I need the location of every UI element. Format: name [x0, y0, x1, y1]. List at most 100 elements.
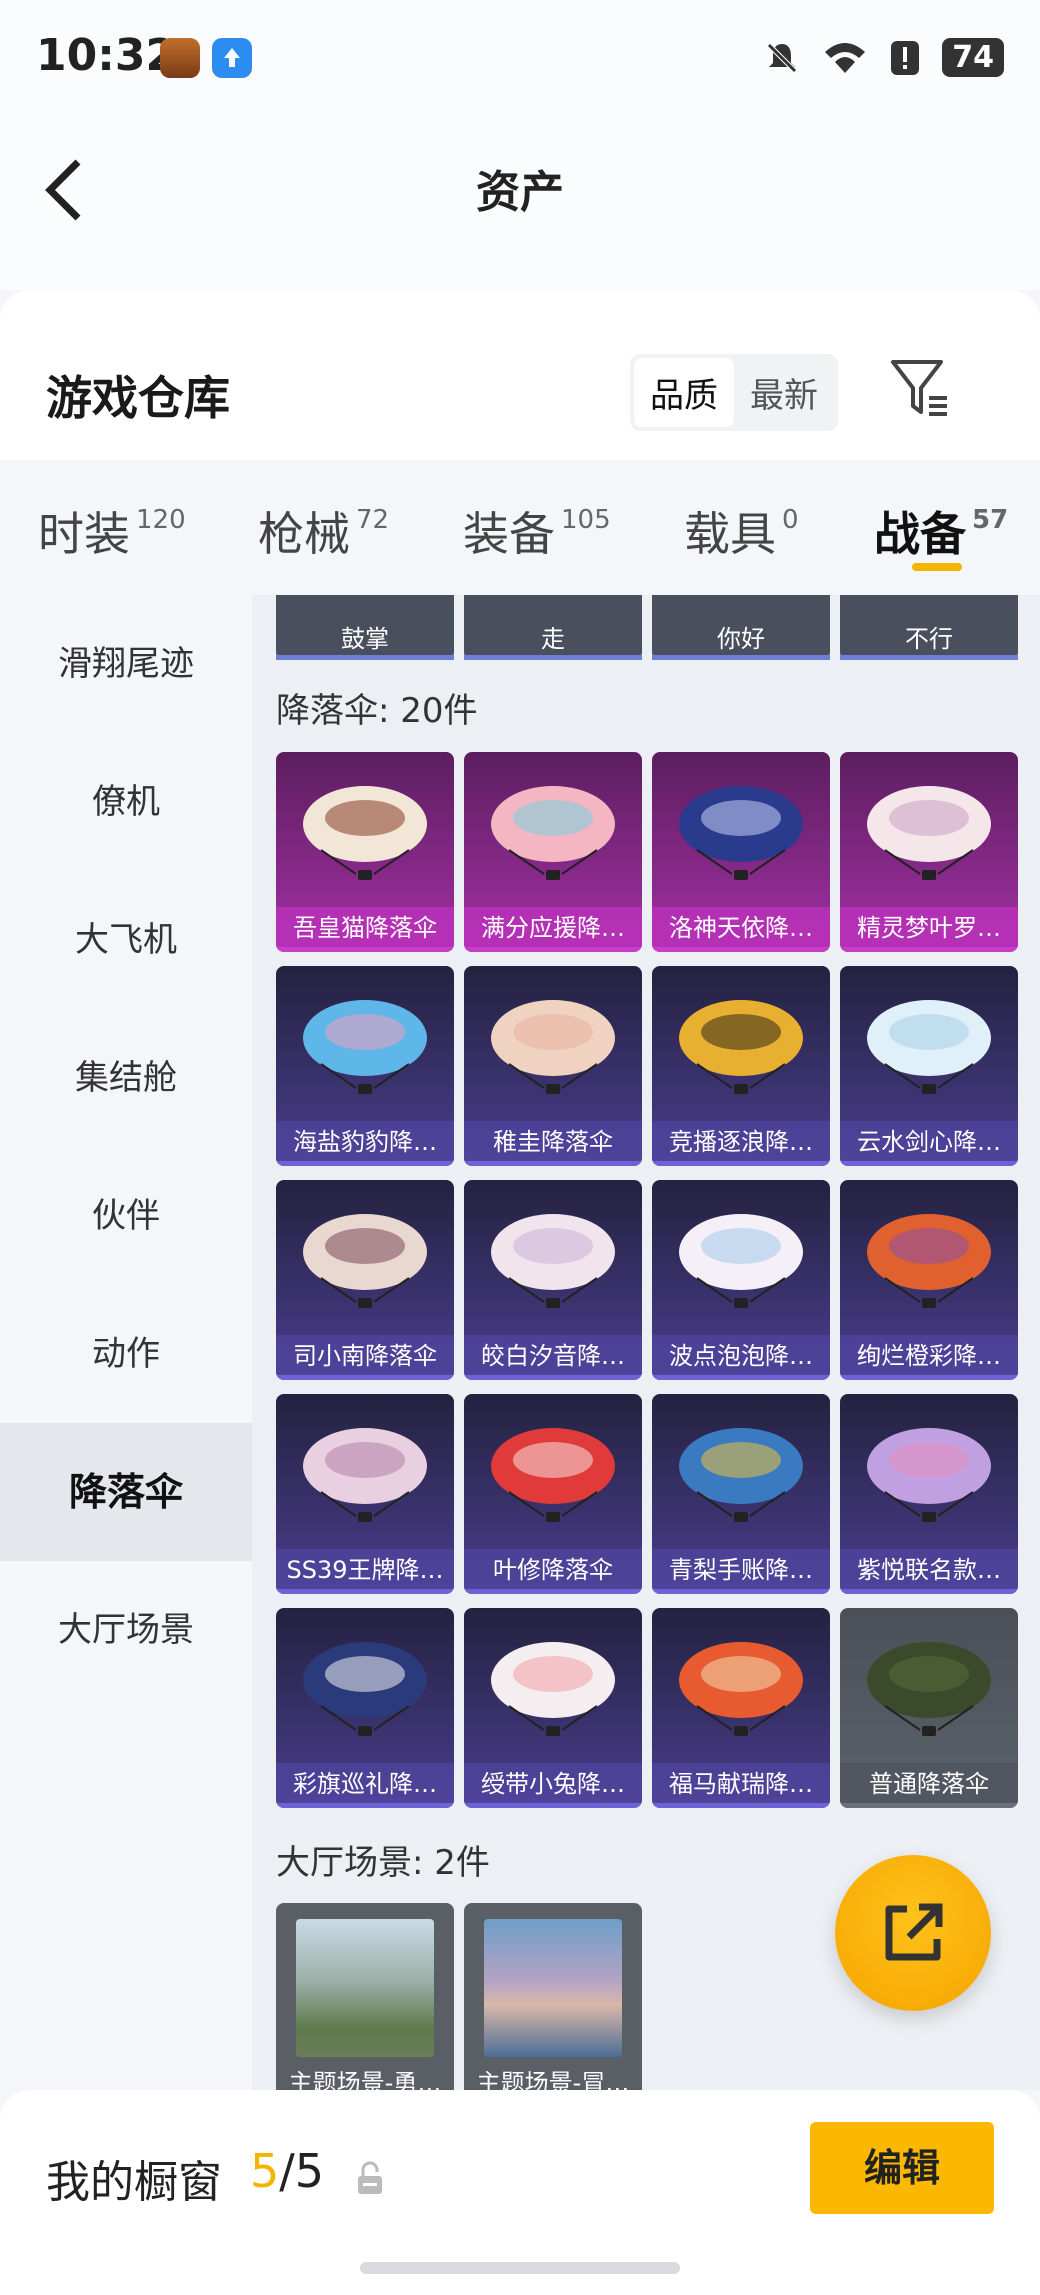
tab-battle-gear[interactable]: 战备 57: [874, 498, 1008, 564]
item-label: 皎白汐音降…: [464, 1335, 642, 1380]
parachute-icon: [679, 1428, 803, 1522]
item-label: 洛神天依降…: [652, 907, 830, 952]
item-label: 竞播逐浪降…: [652, 1121, 830, 1166]
item-label: 司小南降落伞: [276, 1335, 454, 1380]
item-label: 彩旗巡礼降…: [276, 1763, 454, 1808]
tab-label: 载具: [684, 507, 776, 561]
item-label: 走: [464, 620, 642, 660]
parachute-icon: [491, 1642, 615, 1736]
item-label: 满分应援降…: [464, 907, 642, 952]
parachute-icon: [491, 1428, 615, 1522]
parachute-icon: [303, 1000, 427, 1094]
item-label: 你好: [652, 620, 830, 660]
tab-count: 105: [561, 505, 611, 535]
category-tabs: 时装 120 枪械 72 装备 105 载具 0 战备 57: [0, 460, 1040, 595]
lobby-scene-card[interactable]: 主题场景-勇…: [276, 1903, 454, 2090]
tab-equipment[interactable]: 装备 105: [463, 498, 611, 564]
parachute-card[interactable]: 司小南降落伞: [276, 1180, 454, 1380]
tab-label: 枪械: [258, 507, 350, 561]
tab-vehicles[interactable]: 载具 0: [684, 498, 799, 564]
share-fab-button[interactable]: [835, 1855, 991, 2011]
emote-card[interactable]: 走: [464, 595, 642, 660]
nav-bar: 资产: [0, 120, 1040, 290]
item-label: 吾皇猫降落伞: [276, 907, 454, 952]
parachute-icon: [303, 1428, 427, 1522]
item-label: 精灵梦叶罗…: [840, 907, 1018, 952]
parachute-card[interactable]: 海盐豹豹降…: [276, 966, 454, 1166]
parachute-icon: [303, 1642, 427, 1736]
sidebar: 滑翔尾迹 僚机 大飞机 集结舱 伙伴 动作 降落伞 大厅场景: [0, 595, 252, 2090]
sort-toggle: 品质 最新: [630, 354, 838, 431]
parachute-icon: [867, 1642, 991, 1736]
wifi-icon: [825, 42, 866, 73]
emote-card[interactable]: 鼓掌: [276, 595, 454, 660]
item-label: 普通降落伞: [840, 1763, 1018, 1808]
filter-icon[interactable]: [885, 352, 955, 422]
home-indicator: [360, 2262, 680, 2274]
item-label: 海盐豹豹降…: [276, 1121, 454, 1166]
item-label: 云水剑心降…: [840, 1121, 1018, 1166]
showcase-bar: 我的橱窗 5/5 编辑: [0, 2090, 1040, 2295]
lobby-section-title: 大厅场景: 2件: [276, 1843, 490, 1883]
parachute-card[interactable]: 绶带小兔降…: [464, 1608, 642, 1808]
sidebar-item-pod[interactable]: 集结舱: [0, 1009, 252, 1147]
parachute-card[interactable]: 精灵梦叶罗…: [840, 752, 1018, 952]
parachute-card[interactable]: 福马献瑞降…: [652, 1608, 830, 1808]
parachute-icon: [491, 786, 615, 880]
item-label: 不行: [840, 620, 1018, 660]
parachute-icon: [867, 1428, 991, 1522]
parachute-card[interactable]: 满分应援降…: [464, 752, 642, 952]
item-label: 鼓掌: [276, 620, 454, 660]
sidebar-item-wingman[interactable]: 僚机: [0, 733, 252, 871]
edit-button[interactable]: 编辑: [810, 2122, 994, 2214]
parachute-card[interactable]: 叶修降落伞: [464, 1394, 642, 1594]
status-time: 10:32: [36, 30, 177, 81]
parachute-icon: [679, 786, 803, 880]
item-label: 绶带小兔降…: [464, 1763, 642, 1808]
tab-guns[interactable]: 枪械 72: [258, 498, 389, 564]
upload-app-icon: [212, 38, 252, 78]
sidebar-item-lobby[interactable]: 大厅场景: [0, 1561, 252, 1699]
parachute-card[interactable]: 彩旗巡礼降…: [276, 1608, 454, 1808]
game-app-icon: [160, 38, 200, 78]
sidebar-item-partner[interactable]: 伙伴: [0, 1147, 252, 1285]
active-tab-indicator: [912, 563, 962, 571]
lobby-scene-card[interactable]: 主题场景-冒…: [464, 1903, 642, 2090]
showcase-count: 5/5: [250, 2144, 324, 2198]
parachute-icon: [679, 1642, 803, 1736]
parachute-card[interactable]: 普通降落伞: [840, 1608, 1018, 1808]
parachute-card[interactable]: SS39王牌降…: [276, 1394, 454, 1594]
parachute-card[interactable]: 洛神天依降…: [652, 752, 830, 952]
parachute-card[interactable]: 稚圭降落伞: [464, 966, 642, 1166]
parachute-icon: [303, 1214, 427, 1308]
item-label: 绚烂橙彩降…: [840, 1335, 1018, 1380]
parachute-card[interactable]: 波点泡泡降…: [652, 1180, 830, 1380]
scene-thumbnail: [484, 1919, 622, 2057]
sidebar-item-glide-trail[interactable]: 滑翔尾迹: [0, 595, 252, 733]
parachute-icon: [303, 786, 427, 880]
sort-latest-button[interactable]: 最新: [734, 358, 834, 427]
sidebar-item-emote[interactable]: 动作: [0, 1285, 252, 1423]
tab-fashion[interactable]: 时装 120: [38, 498, 186, 564]
parachute-card[interactable]: 云水剑心降…: [840, 966, 1018, 1166]
emote-card[interactable]: 你好: [652, 595, 830, 660]
item-label: 主题场景-勇…: [288, 2069, 442, 2090]
parachute-card[interactable]: 皎白汐音降…: [464, 1180, 642, 1380]
parachute-card[interactable]: 青梨手账降…: [652, 1394, 830, 1594]
scene-thumbnail: [296, 1919, 434, 2057]
item-label: 波点泡泡降…: [652, 1335, 830, 1380]
sort-quality-button[interactable]: 品质: [634, 358, 734, 427]
parachute-card[interactable]: 竞播逐浪降…: [652, 966, 830, 1166]
item-label: 叶修降落伞: [464, 1549, 642, 1594]
mute-bell-icon: [767, 42, 798, 73]
tab-count: 72: [356, 505, 390, 535]
sidebar-item-parachute[interactable]: 降落伞: [0, 1423, 252, 1561]
parachute-card[interactable]: 紫悦联名款…: [840, 1394, 1018, 1594]
item-label: 主题场景-冒…: [476, 2069, 630, 2090]
page-title: 资产: [476, 167, 564, 218]
sidebar-item-plane[interactable]: 大飞机: [0, 871, 252, 1009]
emote-card[interactable]: 不行: [840, 595, 1018, 660]
parachute-card[interactable]: 绚烂橙彩降…: [840, 1180, 1018, 1380]
parachute-card[interactable]: 吾皇猫降落伞: [276, 752, 454, 952]
showcase-title: 我的橱窗: [46, 2157, 222, 2208]
